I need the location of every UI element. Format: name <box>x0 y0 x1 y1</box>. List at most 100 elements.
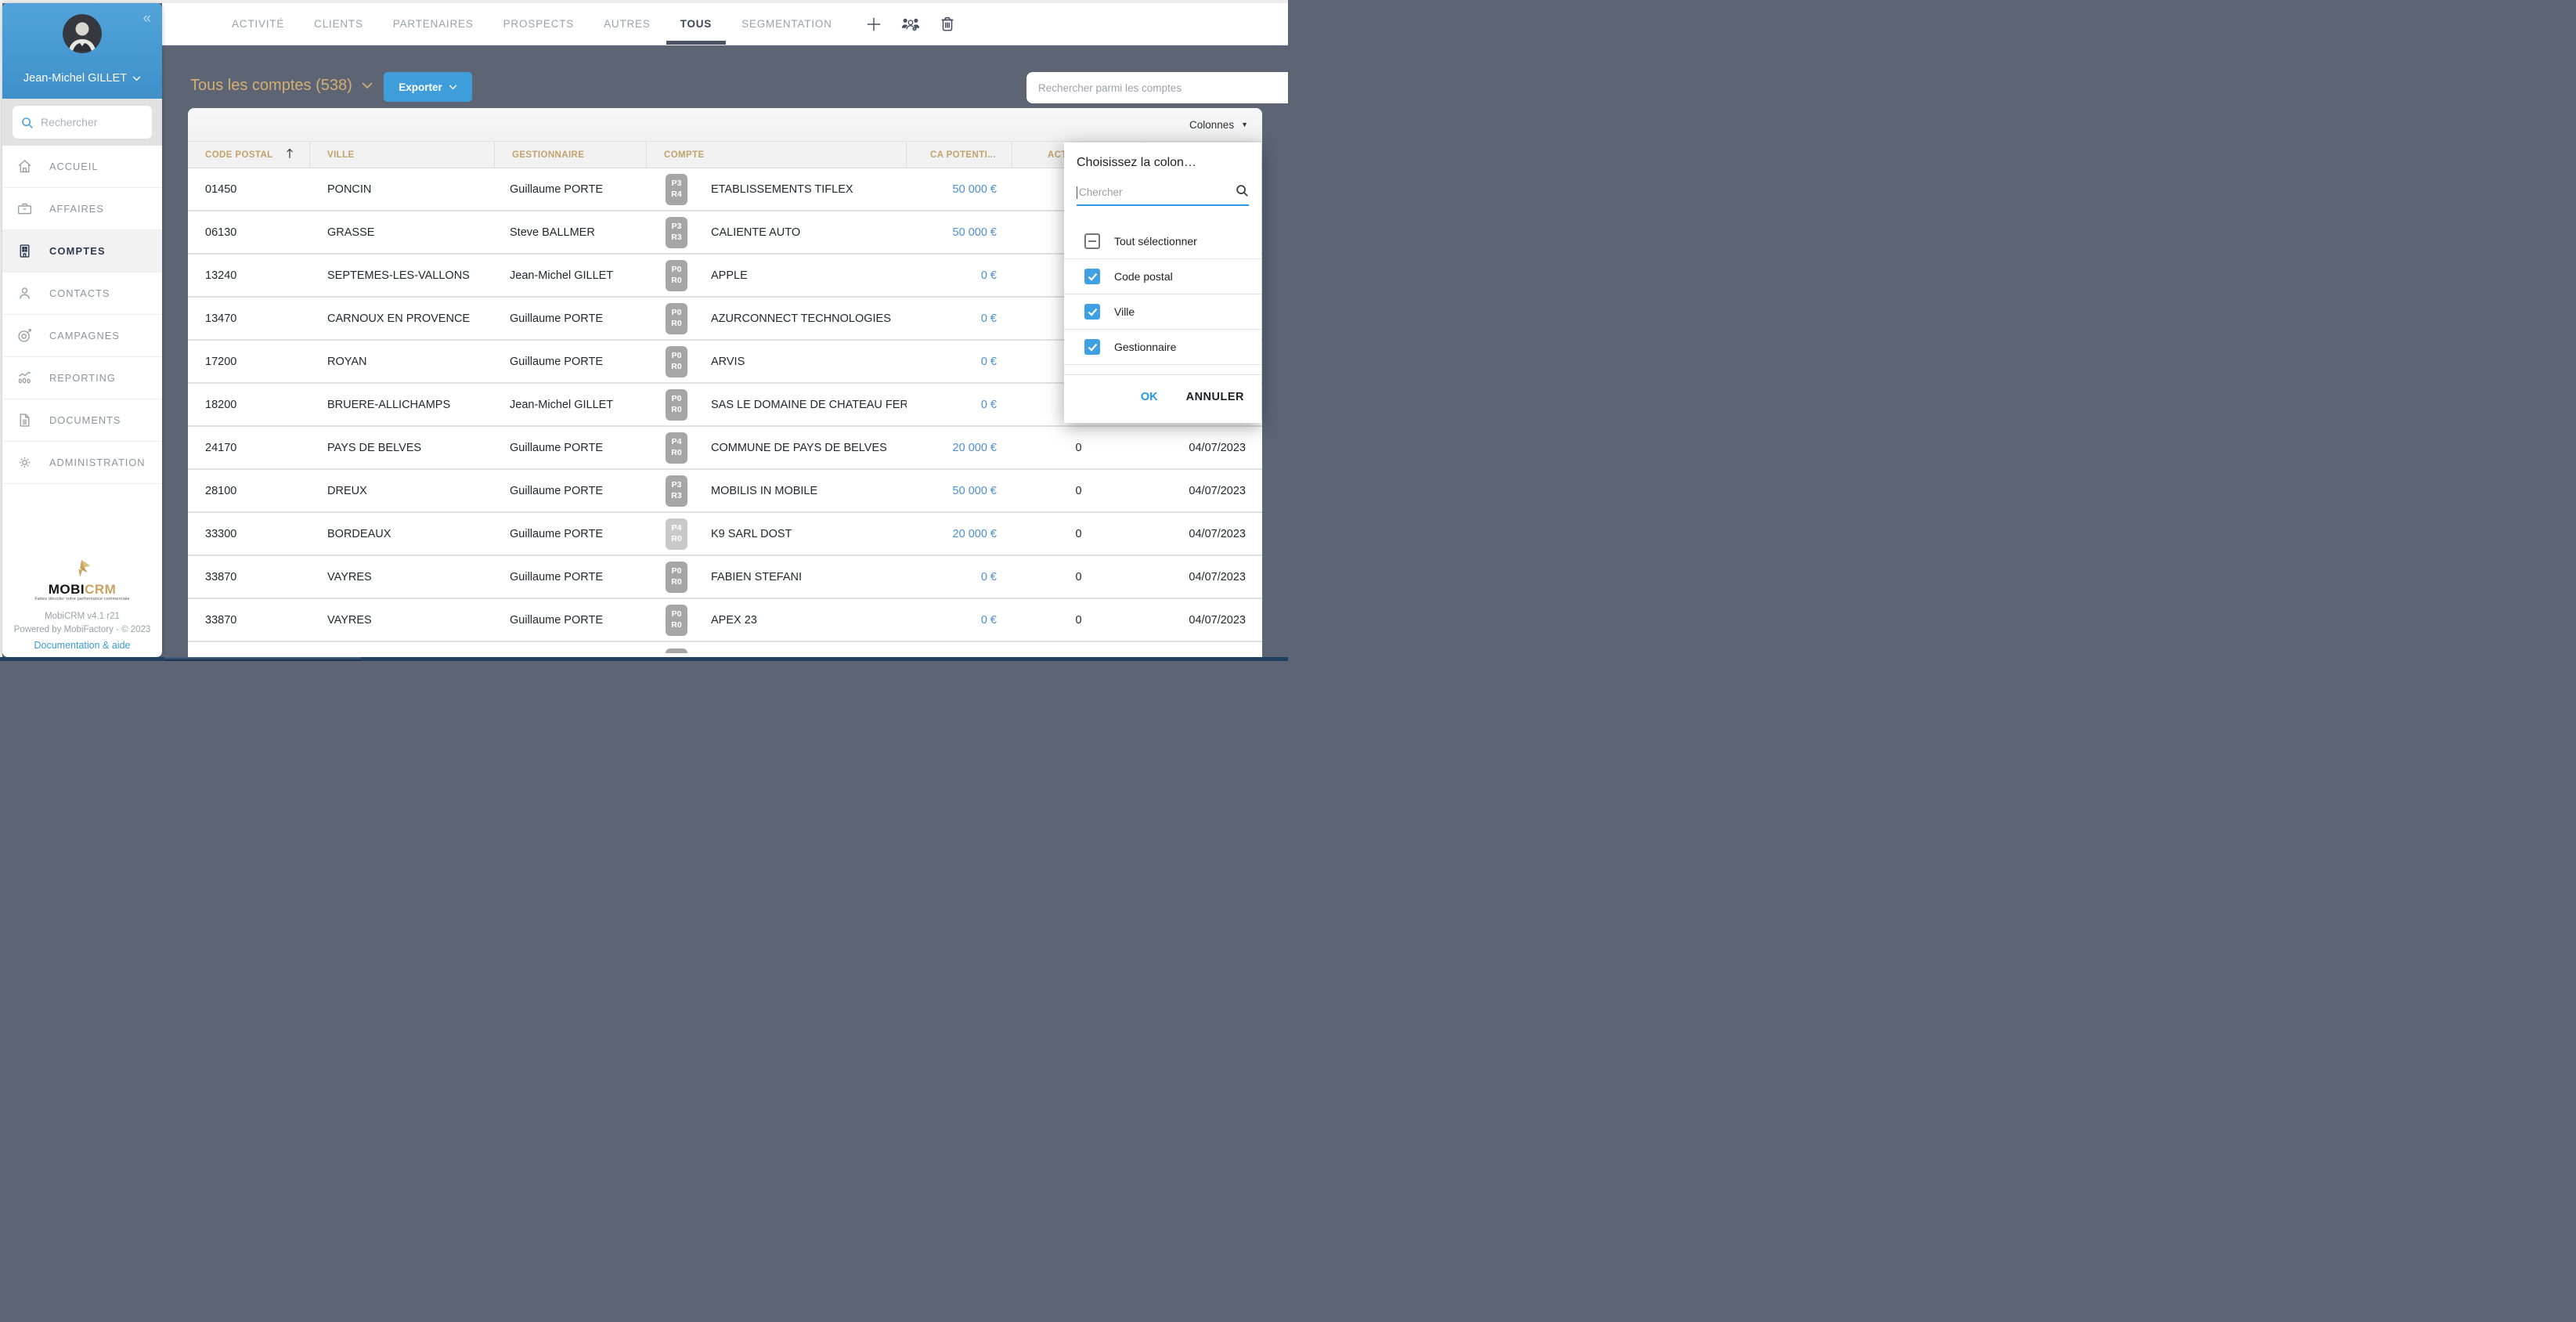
accounts-search-box <box>1026 72 1288 103</box>
column-header-1[interactable]: CODE POSTAL <box>188 142 310 168</box>
cell-ville: GRASSE <box>310 226 495 239</box>
logo-text-mobi: MOBI <box>49 582 85 597</box>
export-button[interactable]: Exporter <box>384 72 472 102</box>
ok-button[interactable]: OK <box>1141 391 1158 403</box>
document-icon <box>16 412 33 428</box>
table-row[interactable]: 33870VAYRESGuillaume PORTEP0R0FABIEN STE… <box>188 556 1262 599</box>
table-row-partial <box>188 642 1262 653</box>
export-label: Exporter <box>399 81 442 93</box>
score-badge: P0R0 <box>666 260 687 291</box>
table-row[interactable]: 33870VAYRESGuillaume PORTEP0R0APEX 230 €… <box>188 599 1262 642</box>
column-option-ville[interactable]: Ville <box>1064 294 1261 330</box>
cell-compte: P3R4ETABLISSEMENTS TIFLEX <box>647 174 907 205</box>
cell-date: 04/07/2023 <box>1145 485 1262 497</box>
cell-gestionnaire: Guillaume PORTE <box>495 528 647 540</box>
cell-gestionnaire: Guillaume PORTE <box>495 614 647 627</box>
cell-gestionnaire: Guillaume PORTE <box>495 183 647 196</box>
cell-ca-potentiel: 50 000 € <box>907 183 1012 196</box>
table-row[interactable]: 33300BORDEAUXGuillaume PORTEP4R0K9 SARL … <box>188 513 1262 556</box>
tab-activité[interactable]: ACTIVITÉ <box>217 3 299 45</box>
columns-button[interactable]: Colonnes ▼ <box>1189 119 1248 131</box>
sidebar-item-reporting[interactable]: REPORTING <box>2 357 162 399</box>
checkbox-indeterminate-icon[interactable] <box>1084 233 1100 249</box>
panel-title: Choisissez la colon… <box>1064 143 1261 170</box>
home-icon <box>16 158 33 175</box>
collapse-sidebar-icon[interactable]: « <box>143 11 151 26</box>
logo-tagline: Faites décoller votre performance commer… <box>34 597 129 601</box>
score-badge: P3R4 <box>666 174 687 205</box>
sidebar-item-label: ACCUEIL <box>49 161 98 172</box>
sidebar-item-label: DOCUMENTS <box>49 414 121 426</box>
column-option-label: Ville <box>1114 305 1135 318</box>
cell-compte: P3R3CALIENTE AUTO <box>647 217 907 248</box>
cell-activites: 0 <box>1012 528 1145 540</box>
cell-ca-potentiel: 50 000 € <box>907 485 1012 497</box>
column-header-3[interactable]: GESTIONNAIRE <box>495 142 647 168</box>
powered-by: Powered by MobiFactory - © 2023 <box>2 623 162 637</box>
sidebar-item-contacts[interactable]: CONTACTS <box>2 273 162 315</box>
documentation-link[interactable]: Documentation & aide <box>2 640 162 651</box>
table-row[interactable]: 28100DREUXGuillaume PORTEP3R3MOBILIS IN … <box>188 470 1262 513</box>
page-title: Tous les comptes (538) <box>190 77 352 95</box>
checkbox-checked-icon[interactable] <box>1084 339 1100 355</box>
tab-tous[interactable]: TOUS <box>666 3 727 45</box>
manage-users-icon[interactable] <box>901 15 920 34</box>
user-menu[interactable]: Jean-Michel GILLET <box>2 72 162 85</box>
horizontal-scrollbar[interactable] <box>0 657 1288 661</box>
cell-ville: CARNOUX EN PROVENCE <box>310 312 495 325</box>
user-avatar[interactable] <box>63 14 102 53</box>
cell-activites: 0 <box>1012 571 1145 583</box>
accounts-search-input[interactable] <box>1038 82 1273 94</box>
sidebar-item-documents[interactable]: DOCUMENTS <box>2 399 162 442</box>
checkbox-checked-icon[interactable] <box>1084 304 1100 320</box>
column-header-5[interactable]: CA POTENTI... <box>907 142 1012 168</box>
origami-bird-icon <box>70 558 94 579</box>
cell-gestionnaire: Guillaume PORTE <box>495 442 647 454</box>
trash-icon[interactable] <box>938 15 957 34</box>
checkbox-checked-icon[interactable] <box>1084 269 1100 284</box>
cell-code-postal: 01450 <box>188 183 310 196</box>
cell-ca-potentiel: 0 € <box>907 399 1012 411</box>
sidebar-item-administration[interactable]: ADMINISTRATION <box>2 442 162 484</box>
column-header-4[interactable]: COMPTE <box>647 142 907 168</box>
column-option-code-postal[interactable]: Code postal <box>1064 259 1261 294</box>
sidebar-search-input[interactable] <box>41 116 135 128</box>
column-header-label: GESTIONNAIRE <box>512 150 584 160</box>
cell-ville: DREUX <box>310 485 495 497</box>
cell-activites: 0 <box>1012 442 1145 454</box>
cell-gestionnaire: Steve BALLMER <box>495 226 647 239</box>
cell-compte: P0R0FABIEN STEFANI <box>647 562 907 593</box>
add-icon[interactable] <box>864 15 883 34</box>
table-row[interactable]: 24170PAYS DE BELVESGuillaume PORTEP4R0CO… <box>188 427 1262 470</box>
cell-ca-potentiel: 0 € <box>907 312 1012 325</box>
tab-clients[interactable]: CLIENTS <box>299 3 378 45</box>
sidebar-item-campagnes[interactable]: CAMPAGNES <box>2 315 162 357</box>
sidebar-menu: ACCUEIL AFFAIRESCOMPTESCONTACTSCAMPAGNESR… <box>2 146 162 484</box>
column-search-field[interactable]: Chercher <box>1077 180 1249 206</box>
cell-ca-potentiel: 0 € <box>907 571 1012 583</box>
scrollbar-thumb[interactable] <box>164 657 361 661</box>
columns-label: Colonnes <box>1189 119 1234 131</box>
cancel-button[interactable]: ANNULER <box>1186 391 1244 403</box>
account-name: ARVIS <box>711 356 745 368</box>
sidebar-item-affaires[interactable]: AFFAIRES <box>2 188 162 230</box>
tab-autres[interactable]: AUTRES <box>589 3 666 45</box>
sidebar-item-comptes[interactable]: COMPTES <box>2 230 162 273</box>
cell-gestionnaire: Guillaume PORTE <box>495 571 647 583</box>
column-option-tout-s-lectionner[interactable]: Tout sélectionner <box>1064 224 1261 259</box>
column-header-2[interactable]: VILLE <box>310 142 495 168</box>
cell-ville: ROYAN <box>310 356 495 368</box>
account-tabs: ACTIVITÉCLIENTSPARTENAIRESPROSPECTSAUTRE… <box>217 3 847 45</box>
gear-icon <box>16 454 33 471</box>
column-option-gestionnaire[interactable]: Gestionnaire <box>1064 330 1261 365</box>
tab-segmentation[interactable]: SEGMENTATION <box>727 3 847 45</box>
page-title-dropdown[interactable]: Tous les comptes (538) <box>190 77 373 95</box>
tab-partenaires[interactable]: PARTENAIRES <box>378 3 489 45</box>
sidebar-item-accueil[interactable]: ACCUEIL <box>2 146 162 188</box>
chevron-down-icon <box>449 85 457 90</box>
tab-prospects[interactable]: PROSPECTS <box>489 3 589 45</box>
cell-code-postal: 33300 <box>188 528 310 540</box>
panel-actions: OK ANNULER <box>1064 374 1261 418</box>
account-name: COMMUNE DE PAYS DE BELVES <box>711 442 887 454</box>
cell-ca-potentiel: 20 000 € <box>907 442 1012 454</box>
